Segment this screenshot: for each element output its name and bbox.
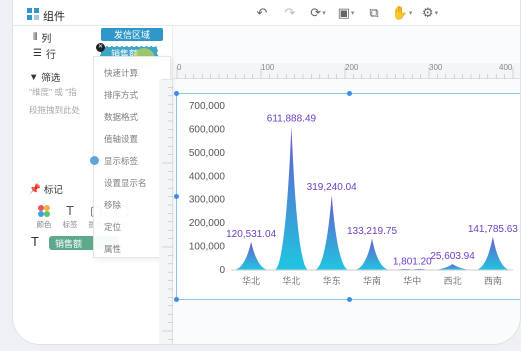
y-tick-label: 400,000	[189, 171, 226, 182]
pin-icon: 📌	[29, 183, 41, 195]
redo-icon[interactable]: ↷	[281, 5, 299, 21]
remove-pill-icon[interactable]: ✕	[96, 43, 105, 52]
x-tick-label: 华北	[242, 275, 260, 286]
undo-icon[interactable]: ↶	[253, 5, 271, 21]
resize-handle-tl[interactable]	[174, 91, 179, 96]
mark-color-button[interactable]: 颜色	[31, 202, 57, 232]
menu-item-axis-settings[interactable]: 值轴设置	[104, 133, 138, 145]
area-peak	[314, 195, 349, 270]
y-tick-label: 0	[219, 265, 225, 276]
horizontal-ruler: 0 100 200 300 400	[173, 63, 520, 79]
resize-handle-l[interactable]	[174, 194, 179, 199]
menu-item-remove[interactable]: 移除	[104, 199, 121, 211]
save-icon[interactable]: ▣ ▾	[337, 5, 355, 21]
x-tick-label: 华北	[282, 275, 300, 286]
text-icon: T	[66, 203, 74, 218]
area-peak	[435, 264, 470, 270]
dropzone-button[interactable]: 发信区域	[101, 28, 163, 41]
x-tick-label: 西南	[484, 275, 502, 286]
app-frame: 组件 ↶ ↷ ⟳ ▾ ▣ ▾ ⧉ ✋ ▾ ⚙ ▾ ⦀ 列 ☰ 行 ▼ 筛选 "维度" 或 "指…	[12, 0, 521, 345]
vertical-ruler	[159, 78, 173, 344]
columns-icon: ⦀	[33, 31, 38, 43]
columns-label: 列	[41, 33, 52, 45]
settings-icon[interactable]: ⚙ ▾	[421, 5, 439, 21]
filter-section-title: ▼ 筛选	[29, 71, 61, 85]
area-peak	[234, 241, 269, 270]
menu-item-properties[interactable]: 属性	[104, 243, 121, 255]
app-logo-icon	[27, 8, 39, 20]
data-label: 120,531.04	[226, 229, 276, 240]
data-label: 1,801.20	[393, 257, 432, 268]
x-tick-label: 华中	[403, 275, 421, 286]
resize-handle-bl[interactable]	[174, 297, 179, 302]
area-peak	[475, 236, 510, 270]
ruler-v-ticks	[162, 78, 173, 340]
mark-label-button[interactable]: T 标签	[57, 202, 83, 232]
ruler-label-0: 0	[177, 63, 182, 72]
preview-icon[interactable]: ⧉	[365, 5, 383, 21]
rows-label: 行	[45, 49, 56, 61]
area-peak	[355, 238, 389, 270]
filter-hint-line2: 段拖拽到此处	[29, 105, 81, 115]
marks-section-title: 📌 标记	[29, 183, 63, 197]
toolbar: ↶ ↷ ⟳ ▾ ▣ ▾ ⧉ ✋ ▾ ⚙ ▾	[253, 5, 439, 21]
y-tick-label: 100,000	[189, 242, 226, 253]
x-tick-label: 华南	[363, 275, 381, 286]
check-icon	[90, 156, 99, 165]
data-label: 133,219.75	[347, 226, 397, 237]
menu-item-quick-calc[interactable]: 快速计算	[104, 67, 138, 79]
ruler-label-200: 200	[345, 63, 359, 72]
text-mark-icon: T	[31, 234, 39, 249]
filter-hint-line1: "维度" 或 "指	[29, 87, 77, 97]
area-chart: 0 100,000 200,000 300,000 400,000 500,000 600,…	[189, 101, 518, 286]
data-label: 319,240.04	[307, 182, 357, 193]
top-bar: 组件 ↶ ↷ ⟳ ▾ ▣ ▾ ⧉ ✋ ▾ ⚙ ▾	[13, 0, 520, 26]
y-tick-label: 600,000	[189, 124, 226, 135]
chart-canvas[interactable]: 0 100,000 200,000 300,000 400,000 500,000 600,…	[176, 93, 520, 300]
y-tick-label: 700,000	[189, 101, 226, 112]
hand-icon[interactable]: ✋ ▾	[392, 5, 413, 21]
mark-color-label: 颜色	[36, 220, 52, 229]
filter-icon: ▼	[29, 71, 39, 83]
ruler-label-100: 100	[261, 63, 275, 72]
data-label: 141,785.63	[468, 224, 518, 235]
rows-icon: ☰	[33, 47, 42, 59]
y-tick-label: 200,000	[189, 218, 226, 229]
y-tick-label: 300,000	[189, 195, 226, 206]
resize-handle-t[interactable]	[347, 91, 352, 96]
menu-item-show-labels[interactable]: 显示标签	[90, 155, 138, 167]
area-peak	[274, 126, 309, 270]
ruler-label-300: 300	[429, 63, 443, 72]
ruler-label-400: 400	[499, 63, 513, 72]
refresh-icon[interactable]: ⟳ ▾	[309, 5, 327, 21]
x-tick-label: 西北	[444, 276, 462, 286]
menu-item-display-name[interactable]: 设置显示名	[104, 177, 147, 189]
menu-item-sort[interactable]: 排序方式	[104, 89, 138, 101]
menu-item-locate[interactable]: 定位	[104, 221, 121, 233]
mark-label-label: 标签	[62, 220, 78, 229]
resize-handle-b[interactable]	[347, 297, 352, 302]
palette-icon	[38, 205, 50, 217]
window-title: 组件	[43, 11, 65, 23]
x-tick-label: 华东	[323, 275, 341, 286]
y-tick-label: 500,000	[189, 148, 226, 159]
data-label: 25,603.94	[430, 251, 475, 262]
menu-item-data-format[interactable]: 数据格式	[104, 111, 138, 123]
data-label: 611,888.49	[267, 114, 317, 125]
